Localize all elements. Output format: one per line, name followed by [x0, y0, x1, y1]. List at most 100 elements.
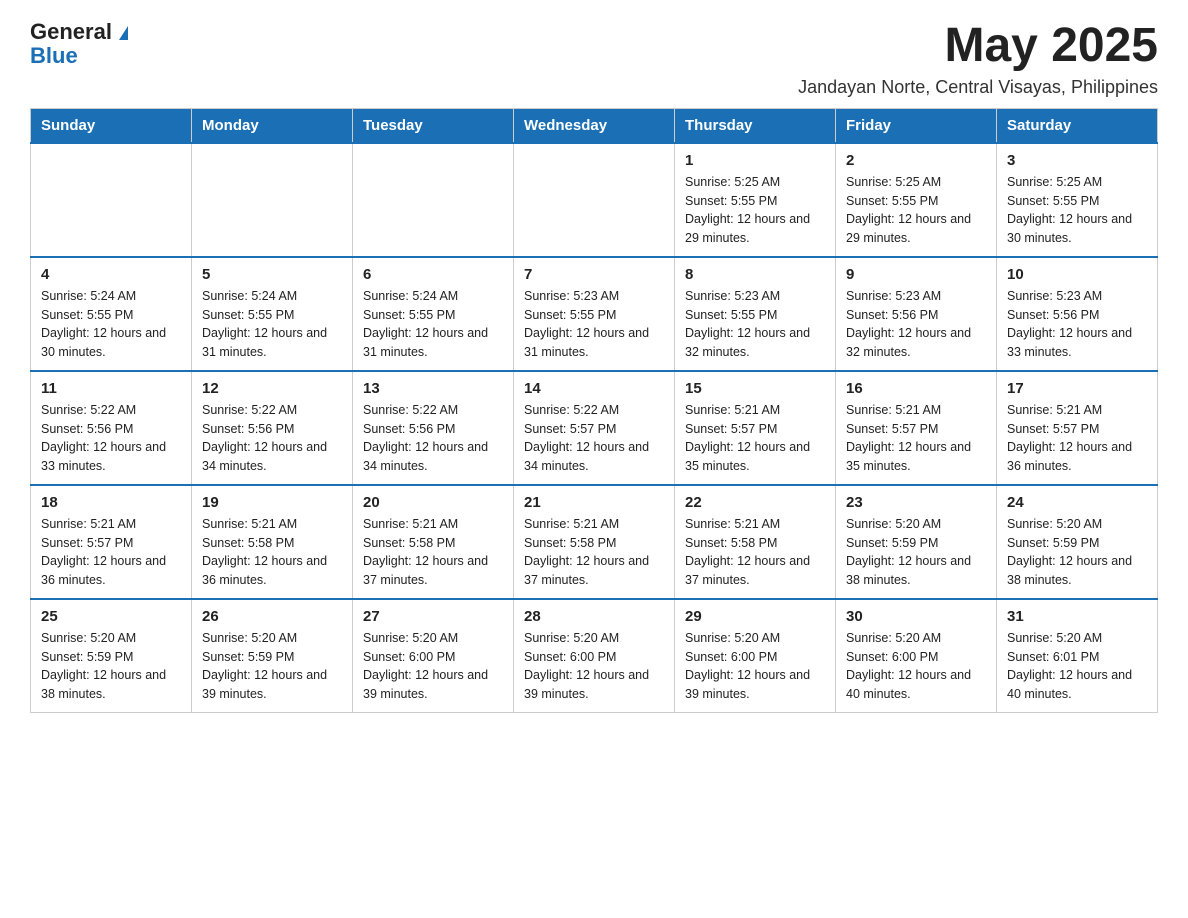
calendar-cell-w5-d4: 28 Sunrise: 5:20 AM Sunset: 6:00 PM Dayli…	[514, 599, 675, 713]
day-number: 3	[1007, 152, 1147, 169]
calendar-cell-w3-d6: 16Sunrise: 5:21 AM Sunset: 5:57 PM Dayli…	[836, 371, 997, 485]
day-info: Sunrise: 5:25 AM Sunset: 5:55 PM Dayligh…	[846, 173, 986, 248]
calendar-cell-w1-d1	[31, 143, 192, 257]
day-info: Sunrise: 5:20 AM Sunset: 6:00 PM Dayligh…	[685, 629, 825, 704]
col-friday: Friday	[836, 108, 997, 143]
day-number: 26	[202, 608, 342, 625]
col-wednesday: Wednesday	[514, 108, 675, 143]
calendar-cell-w4-d6: 23 Sunrise: 5:20 AM Sunset: 5:59 PM Dayli…	[836, 485, 997, 599]
day-number: 24	[1007, 494, 1147, 511]
calendar-cell-w2-d1: 4Sunrise: 5:24 AM Sunset: 5:55 PM Daylig…	[31, 257, 192, 371]
page-header: General Blue May 2025 Jandayan Norte, Ce…	[30, 20, 1158, 98]
day-number: 13	[363, 380, 503, 397]
day-number: 22	[685, 494, 825, 511]
day-number: 29	[685, 608, 825, 625]
day-info: Sunrise: 5:20 AM Sunset: 5:59 PM Dayligh…	[846, 515, 986, 590]
week-row-5: 25 Sunrise: 5:20 AM Sunset: 5:59 PM Dayli…	[31, 599, 1158, 713]
day-info: Sunrise: 5:20 AM Sunset: 6:01 PM Dayligh…	[1007, 629, 1147, 704]
day-number: 14	[524, 380, 664, 397]
day-info: Sunrise: 5:22 AM Sunset: 5:56 PM Dayligh…	[41, 401, 181, 476]
calendar-cell-w2-d3: 6 Sunrise: 5:24 AM Sunset: 5:55 PM Daylig…	[353, 257, 514, 371]
day-number: 30	[846, 608, 986, 625]
day-number: 17	[1007, 380, 1147, 397]
location-label: Jandayan Norte, Central Visayas, Philipp…	[798, 77, 1158, 98]
logo-triangle-icon	[119, 26, 128, 40]
day-number: 16	[846, 380, 986, 397]
day-info: Sunrise: 5:22 AM Sunset: 5:57 PM Dayligh…	[524, 401, 664, 476]
day-number: 5	[202, 266, 342, 283]
calendar-cell-w5-d3: 27 Sunrise: 5:20 AM Sunset: 6:00 PM Dayli…	[353, 599, 514, 713]
calendar-cell-w5-d7: 31Sunrise: 5:20 AM Sunset: 6:01 PM Dayli…	[997, 599, 1158, 713]
calendar-cell-w2-d4: 7Sunrise: 5:23 AM Sunset: 5:55 PM Daylig…	[514, 257, 675, 371]
day-number: 20	[363, 494, 503, 511]
week-row-1: 1 Sunrise: 5:25 AM Sunset: 5:55 PM Daylig…	[31, 143, 1158, 257]
day-number: 27	[363, 608, 503, 625]
day-info: Sunrise: 5:23 AM Sunset: 5:56 PM Dayligh…	[1007, 287, 1147, 362]
calendar-cell-w3-d4: 14 Sunrise: 5:22 AM Sunset: 5:57 PM Dayli…	[514, 371, 675, 485]
day-info: Sunrise: 5:20 AM Sunset: 5:59 PM Dayligh…	[202, 629, 342, 704]
col-monday: Monday	[192, 108, 353, 143]
calendar-cell-w3-d1: 11 Sunrise: 5:22 AM Sunset: 5:56 PM Dayli…	[31, 371, 192, 485]
logo-blue: Blue	[30, 43, 78, 68]
day-number: 8	[685, 266, 825, 283]
calendar-cell-w4-d3: 20Sunrise: 5:21 AM Sunset: 5:58 PM Dayli…	[353, 485, 514, 599]
calendar-cell-w4-d5: 22 Sunrise: 5:21 AM Sunset: 5:58 PM Dayli…	[675, 485, 836, 599]
calendar-cell-w5-d5: 29 Sunrise: 5:20 AM Sunset: 6:00 PM Dayli…	[675, 599, 836, 713]
day-info: Sunrise: 5:21 AM Sunset: 5:57 PM Dayligh…	[1007, 401, 1147, 476]
day-number: 11	[41, 380, 181, 397]
calendar-table: Sunday Monday Tuesday Wednesday Thursday…	[30, 108, 1158, 713]
week-row-3: 11 Sunrise: 5:22 AM Sunset: 5:56 PM Dayli…	[31, 371, 1158, 485]
day-info: Sunrise: 5:21 AM Sunset: 5:57 PM Dayligh…	[41, 515, 181, 590]
day-number: 1	[685, 152, 825, 169]
day-number: 10	[1007, 266, 1147, 283]
day-info: Sunrise: 5:20 AM Sunset: 5:59 PM Dayligh…	[41, 629, 181, 704]
day-number: 19	[202, 494, 342, 511]
calendar-cell-w3-d5: 15Sunrise: 5:21 AM Sunset: 5:57 PM Dayli…	[675, 371, 836, 485]
calendar-cell-w3-d3: 13 Sunrise: 5:22 AM Sunset: 5:56 PM Dayli…	[353, 371, 514, 485]
day-info: Sunrise: 5:23 AM Sunset: 5:55 PM Dayligh…	[685, 287, 825, 362]
calendar-cell-w1-d2	[192, 143, 353, 257]
day-number: 21	[524, 494, 664, 511]
day-info: Sunrise: 5:24 AM Sunset: 5:55 PM Dayligh…	[202, 287, 342, 362]
day-number: 25	[41, 608, 181, 625]
day-number: 4	[41, 266, 181, 283]
col-saturday: Saturday	[997, 108, 1158, 143]
calendar-cell-w2-d2: 5 Sunrise: 5:24 AM Sunset: 5:55 PM Daylig…	[192, 257, 353, 371]
day-info: Sunrise: 5:20 AM Sunset: 5:59 PM Dayligh…	[1007, 515, 1147, 590]
calendar-cell-w4-d7: 24 Sunrise: 5:20 AM Sunset: 5:59 PM Dayli…	[997, 485, 1158, 599]
calendar-cell-w1-d6: 2 Sunrise: 5:25 AM Sunset: 5:55 PM Daylig…	[836, 143, 997, 257]
day-info: Sunrise: 5:21 AM Sunset: 5:58 PM Dayligh…	[685, 515, 825, 590]
calendar-cell-w3-d7: 17 Sunrise: 5:21 AM Sunset: 5:57 PM Dayli…	[997, 371, 1158, 485]
calendar-cell-w1-d5: 1 Sunrise: 5:25 AM Sunset: 5:55 PM Daylig…	[675, 143, 836, 257]
day-info: Sunrise: 5:25 AM Sunset: 5:55 PM Dayligh…	[685, 173, 825, 248]
day-number: 2	[846, 152, 986, 169]
calendar-cell-w1-d3	[353, 143, 514, 257]
day-number: 28	[524, 608, 664, 625]
day-number: 9	[846, 266, 986, 283]
day-info: Sunrise: 5:20 AM Sunset: 6:00 PM Dayligh…	[524, 629, 664, 704]
calendar-cell-w2-d5: 8 Sunrise: 5:23 AM Sunset: 5:55 PM Daylig…	[675, 257, 836, 371]
day-number: 7	[524, 266, 664, 283]
day-number: 6	[363, 266, 503, 283]
day-info: Sunrise: 5:23 AM Sunset: 5:56 PM Dayligh…	[846, 287, 986, 362]
title-block: May 2025 Jandayan Norte, Central Visayas…	[798, 20, 1158, 98]
logo-general: General	[30, 19, 112, 44]
day-info: Sunrise: 5:20 AM Sunset: 6:00 PM Dayligh…	[846, 629, 986, 704]
col-sunday: Sunday	[31, 108, 192, 143]
day-info: Sunrise: 5:24 AM Sunset: 5:55 PM Dayligh…	[363, 287, 503, 362]
calendar-cell-w1-d4	[514, 143, 675, 257]
day-info: Sunrise: 5:21 AM Sunset: 5:58 PM Dayligh…	[202, 515, 342, 590]
day-info: Sunrise: 5:20 AM Sunset: 6:00 PM Dayligh…	[363, 629, 503, 704]
calendar-cell-w2-d7: 10 Sunrise: 5:23 AM Sunset: 5:56 PM Dayli…	[997, 257, 1158, 371]
week-row-4: 18Sunrise: 5:21 AM Sunset: 5:57 PM Dayli…	[31, 485, 1158, 599]
month-year-title: May 2025	[798, 20, 1158, 73]
col-tuesday: Tuesday	[353, 108, 514, 143]
calendar-cell-w5-d6: 30 Sunrise: 5:20 AM Sunset: 6:00 PM Dayli…	[836, 599, 997, 713]
day-info: Sunrise: 5:22 AM Sunset: 5:56 PM Dayligh…	[363, 401, 503, 476]
day-info: Sunrise: 5:21 AM Sunset: 5:58 PM Dayligh…	[524, 515, 664, 590]
calendar-header-row: Sunday Monday Tuesday Wednesday Thursday…	[31, 108, 1158, 143]
week-row-2: 4 Sunrise: 5:24 AM Sunset: 5:55 PM Daylig…	[31, 257, 1158, 371]
col-thursday: Thursday	[675, 108, 836, 143]
day-number: 23	[846, 494, 986, 511]
day-number: 12	[202, 380, 342, 397]
